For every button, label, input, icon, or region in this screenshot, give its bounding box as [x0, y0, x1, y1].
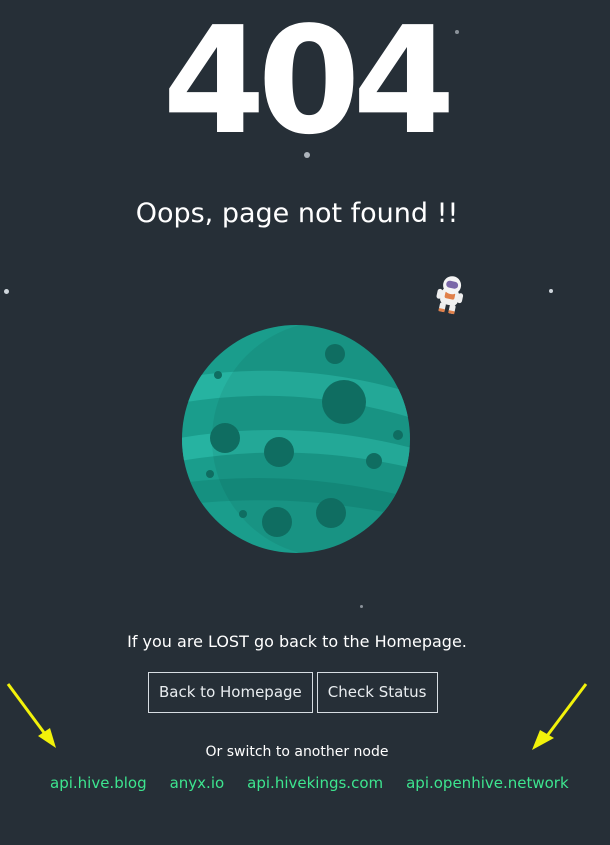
switch-node-message: Or switch to another node — [205, 744, 389, 760]
arrow-down-right-icon — [6, 683, 56, 748]
page-title: Oops, page not found !! — [135, 198, 459, 229]
star — [4, 289, 9, 294]
arrow-down-left-icon — [532, 683, 588, 750]
planet-illustration — [182, 325, 410, 553]
node-list: api.hive.blog anyx.io api.hivekings.com … — [50, 774, 592, 792]
not-found-page: 404 Oops, page not found !! If you are L… — [0, 0, 610, 845]
star — [549, 289, 553, 293]
error-code-404: 404 — [162, 0, 456, 167]
check-status-button[interactable]: Check Status — [316, 672, 438, 713]
node-link-anyx-io[interactable]: anyx.io — [170, 774, 225, 792]
node-link-api-openhive-network[interactable]: api.openhive.network — [406, 774, 569, 792]
node-link-api-hivekings-com[interactable]: api.hivekings.com — [247, 774, 383, 792]
star — [360, 605, 363, 608]
node-link-api-hive-blog[interactable]: api.hive.blog — [50, 774, 147, 792]
astronaut-icon — [436, 276, 464, 315]
action-buttons: Back to Homepage Check Status — [148, 672, 438, 713]
back-to-homepage-button[interactable]: Back to Homepage — [148, 672, 313, 713]
lost-message: If you are LOST go back to the Homepage. — [127, 632, 467, 651]
